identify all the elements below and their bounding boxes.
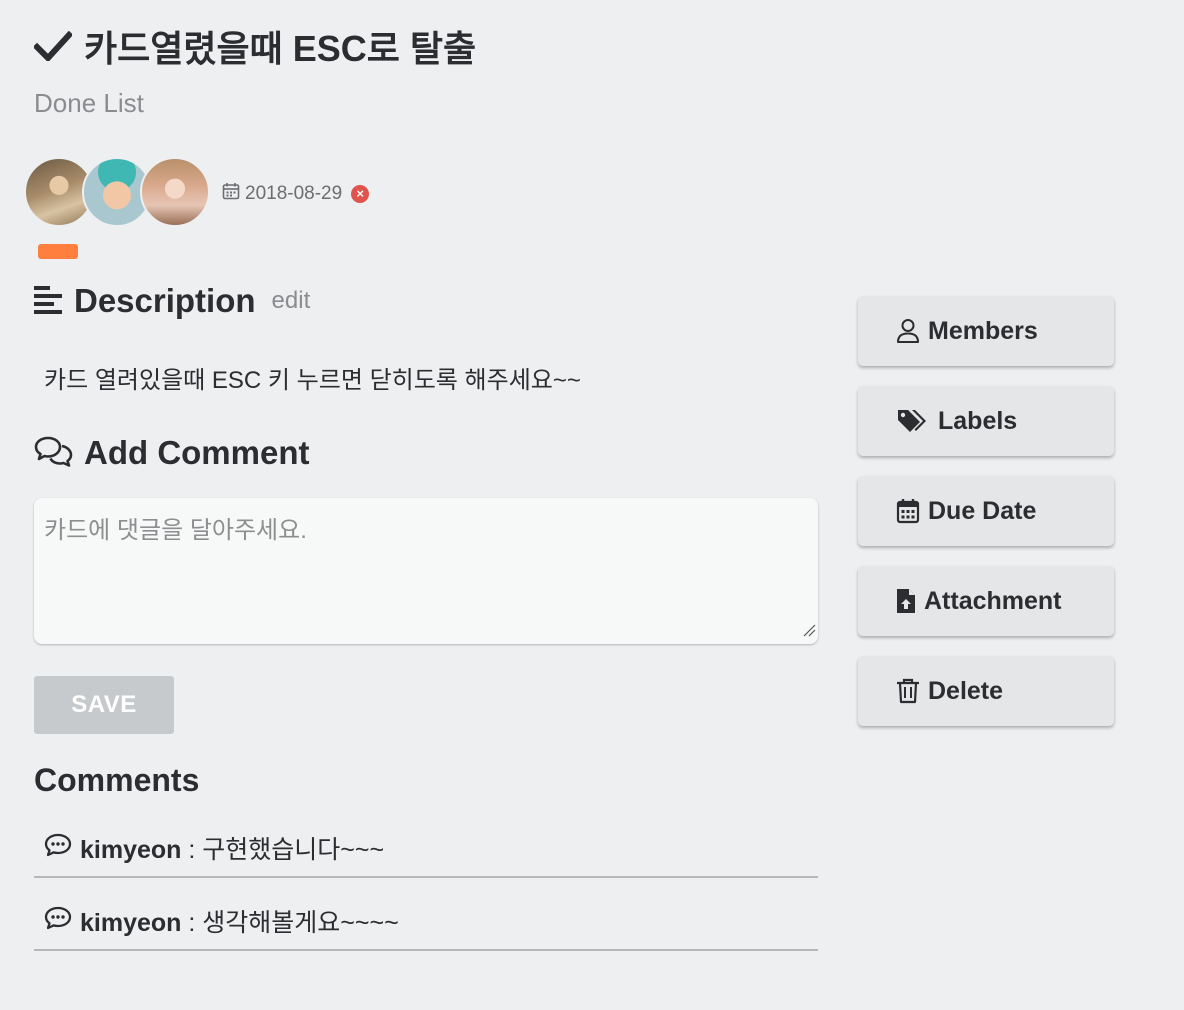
labels-button[interactable]: Labels [858, 386, 1114, 456]
list-name: Done List [34, 88, 144, 118]
check-icon [34, 31, 72, 61]
attachment-button-label: Attachment [924, 586, 1062, 615]
comment-separator: : [181, 909, 203, 937]
comment-dots-icon [44, 833, 72, 864]
resize-grip-icon[interactable] [802, 623, 816, 642]
calendar-icon [896, 498, 920, 524]
comment-input[interactable] [34, 498, 818, 644]
comment-item: kimyeon : 구현했습니다~~~ [34, 820, 818, 878]
description-heading: Description [74, 282, 256, 319]
card-title[interactable]: 카드열렸을때 ESC로 탈출 [84, 20, 476, 72]
file-upload-icon [896, 588, 916, 614]
description-header: Description edit [34, 282, 310, 320]
member-avatars [24, 157, 210, 227]
comment-separator: : [181, 836, 203, 864]
due-date-button-label: Due Date [928, 496, 1037, 525]
comments-icon [34, 435, 74, 472]
card-label[interactable] [38, 244, 78, 259]
calendar-icon [222, 182, 240, 206]
comment-item: kimyeon : 생각해볼게요~~~~ [34, 893, 818, 951]
delete-button-label: Delete [928, 676, 1004, 705]
comment-author: kimyeon [80, 909, 182, 937]
card-title-row: 카드열렸을때 ESC로 탈출 [34, 20, 476, 72]
comment-text: 생각해볼게요~~~~ [202, 909, 399, 937]
avatar[interactable] [140, 157, 210, 227]
members-button-label: Members [928, 316, 1038, 345]
description-text: 카드 열려있을때 ESC 키 누르면 닫히도록 해주세요~~ [44, 367, 581, 394]
user-icon [896, 318, 920, 344]
add-comment-heading: Add Comment [84, 434, 310, 471]
delete-button[interactable]: Delete [858, 656, 1114, 726]
members-button[interactable]: Members [858, 296, 1114, 366]
align-left-icon [34, 284, 64, 319]
tags-icon [896, 407, 930, 435]
attachment-button[interactable]: Attachment [858, 566, 1114, 636]
comment-input-wrapper [34, 498, 818, 644]
comments-heading: Comments [34, 762, 200, 798]
labels-button-label: Labels [938, 406, 1018, 435]
save-button[interactable]: SAVE [34, 676, 174, 734]
remove-circle-icon[interactable]: × [351, 185, 370, 203]
comment-text: 구현했습니다~~~ [202, 836, 385, 864]
trash-icon [896, 678, 920, 704]
due-date-badge: 2018-08-29 × [222, 182, 370, 206]
description-edit-link[interactable]: edit [272, 287, 311, 315]
add-comment-header: Add Comment [34, 434, 310, 472]
due-date-text: 2018-08-29 [245, 183, 343, 204]
comment-dots-icon [44, 906, 72, 937]
comment-author: kimyeon [80, 836, 182, 864]
due-date-button[interactable]: Due Date [858, 476, 1114, 546]
card-detail-page: 카드열렸을때 ESC로 탈출 Done List 2018-08-29 × De… [0, 0, 1184, 1010]
